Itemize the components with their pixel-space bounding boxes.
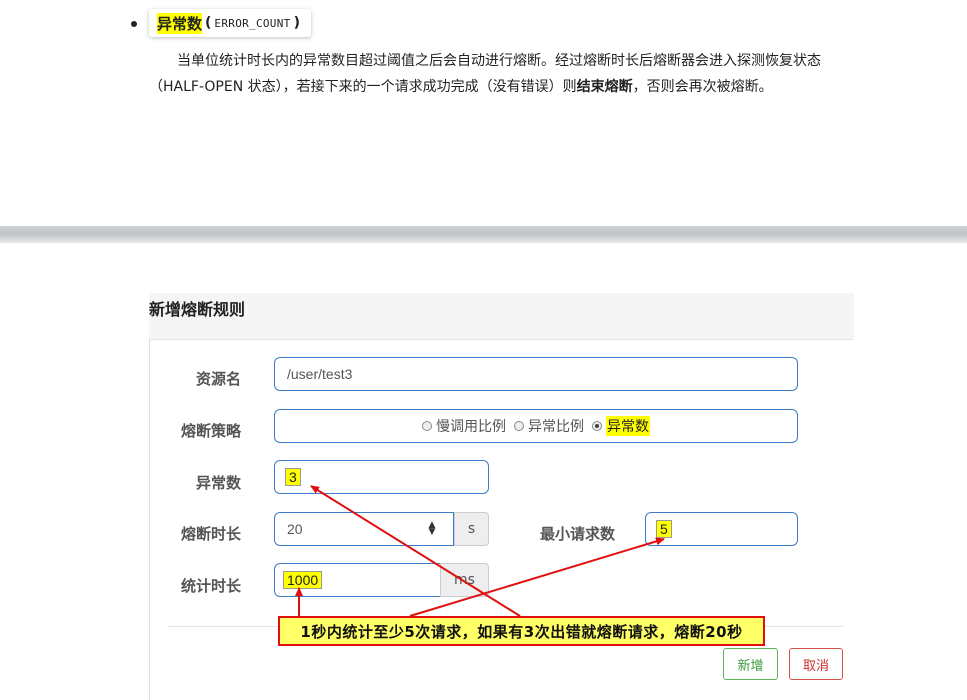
- bold-phrase: 结束熔断: [576, 79, 633, 95]
- section-divider: [0, 226, 967, 243]
- radio-slow-ratio[interactable]: 慢调用比例: [422, 416, 506, 436]
- min-requests-label: 最小请求数: [539, 525, 615, 543]
- spinner-arrows-icon[interactable]: ▲ ▼: [425, 521, 439, 538]
- term-code: ERROR_COUNT: [214, 16, 291, 30]
- annotation-callout: 1秒内统计至少5次请求，如果有3次出错就熔断请求，熔断20秒: [278, 616, 765, 646]
- description-paragraph: 当单位统计时长内的异常数目超过阈值之后会自动进行熔断。经过熔断时长后熔断器会进入…: [149, 53, 821, 95]
- cancel-button[interactable]: 取消: [789, 648, 843, 680]
- resource-label: 资源名: [195, 370, 241, 388]
- doc-section: 异常数 ( ERROR_COUNT ) 当单位统计时长内的异常数目超过阈值之后会…: [0, 0, 967, 226]
- error-count-input[interactable]: 3: [274, 460, 489, 494]
- radio-icon: [514, 421, 524, 431]
- resource-input[interactable]: /user/test3: [274, 357, 798, 391]
- strategy-radio-group: 慢调用比例 异常比例 异常数: [274, 409, 798, 443]
- bullet-icon: [131, 21, 137, 27]
- term-heading: 异常数 ( ERROR_COUNT ): [149, 9, 311, 37]
- stat-duration-label: 统计时长: [180, 577, 241, 595]
- term-label: 异常数: [157, 12, 203, 34]
- modal-header: 新增熔断规则: [149, 293, 854, 339]
- radio-error-count[interactable]: 异常数: [592, 416, 650, 436]
- radio-selected-icon: [592, 421, 602, 431]
- min-requests-input[interactable]: 5: [645, 512, 798, 546]
- stat-duration-input[interactable]: 1000: [274, 563, 441, 597]
- modal-title: 新增熔断规则: [149, 300, 246, 319]
- radio-error-ratio[interactable]: 异常比例: [514, 416, 584, 436]
- add-button[interactable]: 新增: [723, 648, 778, 680]
- stat-duration-unit: ms: [440, 563, 489, 597]
- strategy-label: 熔断策略: [180, 422, 241, 440]
- radio-icon: [422, 421, 432, 431]
- break-duration-label: 熔断时长: [180, 525, 241, 543]
- break-duration-unit: s: [454, 512, 489, 546]
- error-count-label: 异常数: [195, 474, 241, 492]
